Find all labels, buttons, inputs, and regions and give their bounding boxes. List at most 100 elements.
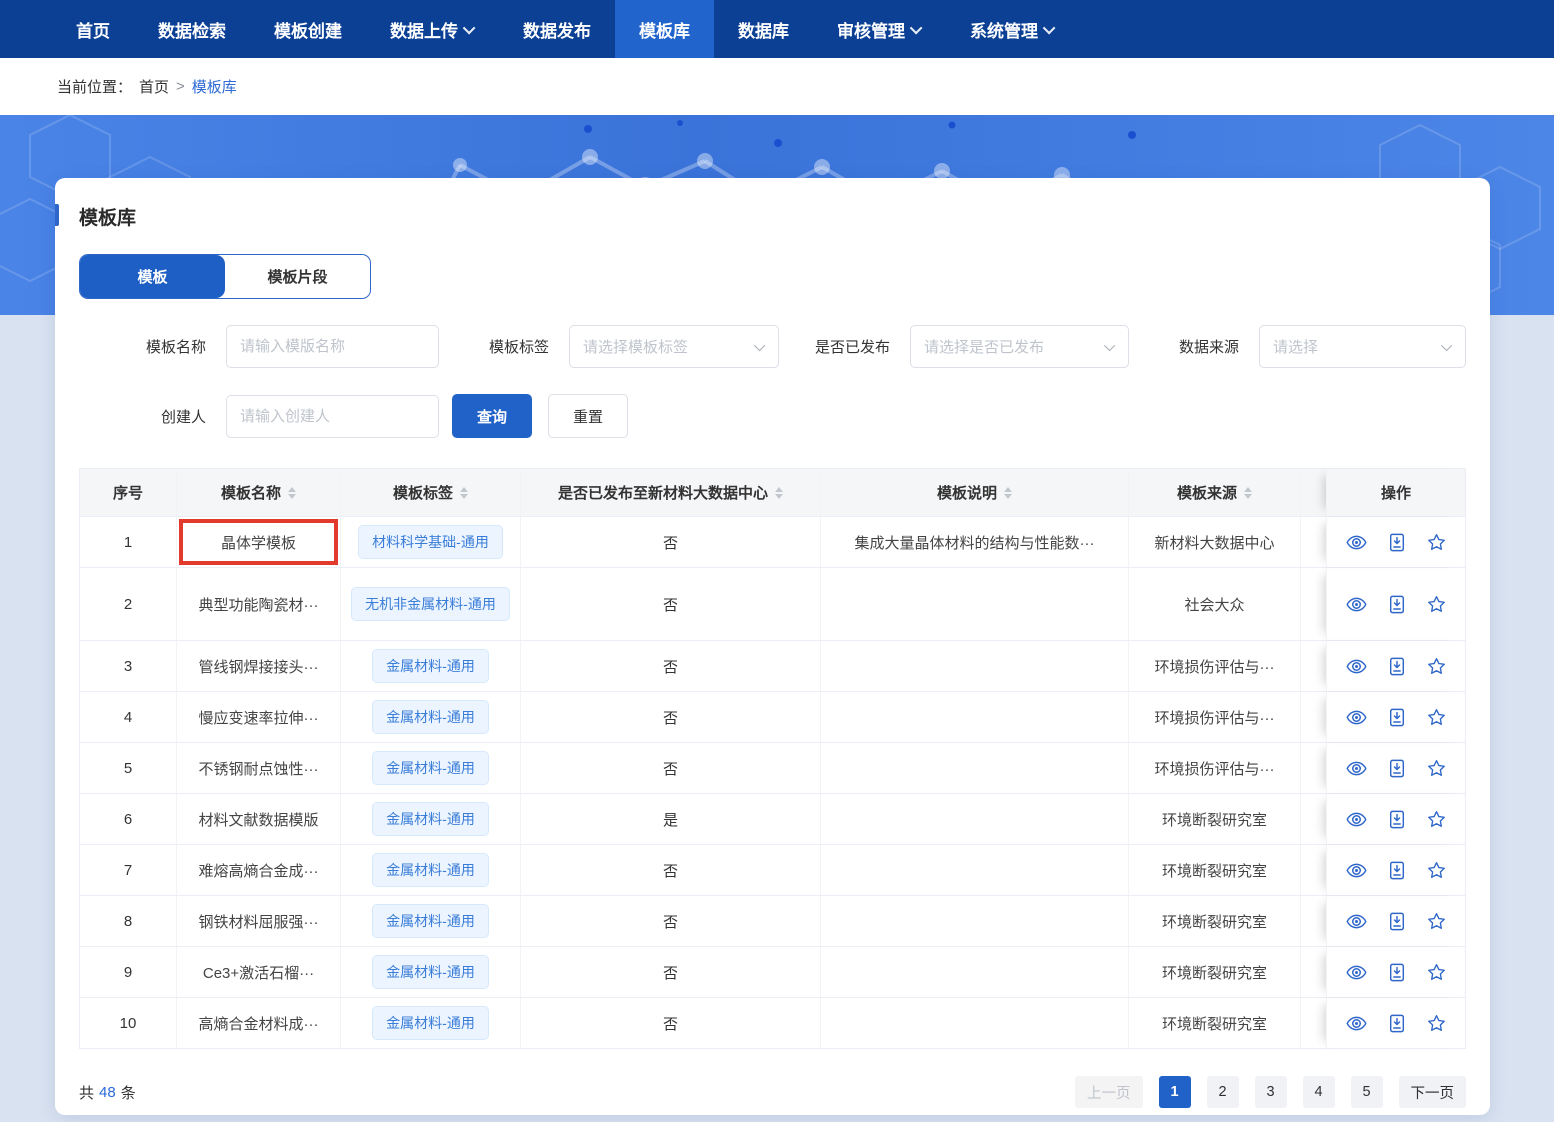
cell-spacer: [1300, 517, 1326, 567]
download-icon[interactable]: [1388, 1014, 1406, 1033]
view-icon[interactable]: [1346, 964, 1367, 981]
tag-chip: 金属材料-通用: [372, 955, 489, 989]
breadcrumb: 当前位置： 首页 > 模板库: [0, 58, 1554, 115]
nav-item-system-management[interactable]: 系统管理: [946, 0, 1079, 58]
cell-template-name: 材料文献数据模版: [176, 794, 340, 844]
sort-carets-icon[interactable]: [1244, 487, 1252, 499]
reset-button[interactable]: 重置: [548, 394, 628, 438]
view-icon[interactable]: [1346, 913, 1367, 930]
download-icon[interactable]: [1388, 861, 1406, 880]
cell-spacer: [1300, 568, 1326, 640]
page-button-5[interactable]: 5: [1351, 1076, 1383, 1108]
cell-source: 环境断裂研究室: [1128, 896, 1300, 946]
favorite-icon[interactable]: [1427, 657, 1446, 675]
filter-row-1: 模板名称 模板标签 请选择模板标签 是否已发布 请选择是否已发布 数据来源 请选: [79, 325, 1466, 368]
tab-template[interactable]: 模板: [80, 255, 225, 298]
nav-item-data-publish[interactable]: 数据发布: [499, 0, 615, 58]
published-select[interactable]: 请选择是否已发布: [910, 325, 1129, 368]
top-navbar: 首页 数据检索 模板创建 数据上传 数据发布 模板库 数据库 审核管理 系统管理: [0, 0, 1554, 58]
breadcrumb-prefix: 当前位置：: [57, 76, 132, 97]
cell-source: 环境损伤评估与···: [1128, 692, 1300, 742]
cell-actions: [1326, 641, 1465, 691]
nav-item-database[interactable]: 数据库: [714, 0, 813, 58]
column-header-是否已发布至新材料大数据中心[interactable]: 是否已发布至新材料大数据中心: [520, 469, 820, 516]
download-icon[interactable]: [1388, 810, 1406, 829]
favorite-icon[interactable]: [1427, 1014, 1446, 1032]
favorite-icon[interactable]: [1427, 912, 1446, 930]
download-icon[interactable]: [1388, 963, 1406, 982]
cell-description: 集成大量晶体材料的结构与性能数···: [820, 517, 1128, 567]
creator-input[interactable]: [226, 395, 439, 438]
favorite-icon[interactable]: [1427, 963, 1446, 981]
breadcrumb-current[interactable]: 模板库: [192, 76, 237, 97]
column-header-模板标签[interactable]: 模板标签: [340, 469, 520, 516]
view-icon[interactable]: [1346, 658, 1367, 675]
prev-page-button[interactable]: 上一页: [1075, 1076, 1143, 1108]
cell-actions: [1326, 947, 1465, 997]
sort-carets-icon[interactable]: [1004, 487, 1012, 499]
nav-item-data-upload[interactable]: 数据上传: [366, 0, 499, 58]
download-icon[interactable]: [1388, 533, 1406, 552]
favorite-icon[interactable]: [1427, 810, 1446, 828]
favorite-icon[interactable]: [1427, 759, 1446, 777]
favorite-icon[interactable]: [1427, 708, 1446, 726]
data-source-select[interactable]: 请选择: [1259, 325, 1466, 368]
view-icon[interactable]: [1346, 534, 1367, 551]
page-button-3[interactable]: 3: [1255, 1076, 1287, 1108]
download-icon[interactable]: [1388, 759, 1406, 778]
nav-item-template-create[interactable]: 模板创建: [250, 0, 366, 58]
view-icon[interactable]: [1346, 709, 1367, 726]
view-icon[interactable]: [1346, 596, 1367, 613]
nav-item-template-library[interactable]: 模板库: [615, 0, 714, 58]
cell-template-name: 管线钢焊接接头···: [176, 641, 340, 691]
table-header-row: 序号模板名称模板标签是否已发布至新材料大数据中心模板说明模板来源操作: [80, 469, 1465, 517]
view-icon[interactable]: [1346, 862, 1367, 879]
nav-item-data-search[interactable]: 数据检索: [134, 0, 250, 58]
cell-actions: [1326, 998, 1465, 1048]
breadcrumb-separator: >: [176, 78, 185, 95]
table-row: 7难熔高熵合金成···金属材料-通用否环境断裂研究室: [80, 845, 1465, 896]
download-icon[interactable]: [1388, 708, 1406, 727]
favorite-icon[interactable]: [1427, 595, 1446, 613]
page-button-1[interactable]: 1: [1159, 1076, 1191, 1108]
view-icon[interactable]: [1346, 760, 1367, 777]
search-button[interactable]: 查询: [452, 394, 532, 438]
tag-chip: 金属材料-通用: [372, 649, 489, 683]
table-row: 4慢应变速率拉伸···金属材料-通用否环境损伤评估与···: [80, 692, 1465, 743]
cell-actions: [1326, 896, 1465, 946]
page-button-2[interactable]: 2: [1207, 1076, 1239, 1108]
favorite-icon[interactable]: [1427, 533, 1446, 551]
cell-description: [820, 743, 1128, 793]
table-row: 10高熵合金材料成···金属材料-通用否环境断裂研究室: [80, 998, 1465, 1049]
column-header-模板来源[interactable]: 模板来源: [1128, 469, 1300, 516]
view-icon[interactable]: [1346, 811, 1367, 828]
sort-carets-icon[interactable]: [460, 487, 468, 499]
column-header-模板名称[interactable]: 模板名称: [176, 469, 340, 516]
view-icon[interactable]: [1346, 1015, 1367, 1032]
download-icon[interactable]: [1388, 657, 1406, 676]
cell-index: 2: [80, 568, 176, 640]
download-icon[interactable]: [1388, 912, 1406, 931]
next-page-button[interactable]: 下一页: [1399, 1076, 1467, 1108]
template-tag-select[interactable]: 请选择模板标签: [569, 325, 779, 368]
tab-template-fragment[interactable]: 模板片段: [225, 255, 370, 298]
breadcrumb-home-link[interactable]: 首页: [139, 76, 169, 97]
nav-item-home[interactable]: 首页: [52, 0, 134, 58]
sort-carets-icon[interactable]: [775, 487, 783, 499]
tag-chip: 金属材料-通用: [372, 700, 489, 734]
template-name-input[interactable]: [226, 325, 439, 368]
page-button-4[interactable]: 4: [1303, 1076, 1335, 1108]
sort-carets-icon[interactable]: [288, 487, 296, 499]
favorite-icon[interactable]: [1427, 861, 1446, 879]
cell-description: [820, 947, 1128, 997]
column-header-模板说明[interactable]: 模板说明: [820, 469, 1128, 516]
cell-template-name: 慢应变速率拉伸···: [176, 692, 340, 742]
nav-item-audit-management[interactable]: 审核管理: [813, 0, 946, 58]
table-row: 2典型功能陶瓷材···无机非金属材料-通用否社会大众: [80, 568, 1465, 641]
chevron-down-icon: [1441, 339, 1452, 350]
table-row: 3管线钢焊接接头···金属材料-通用否环境损伤评估与···: [80, 641, 1465, 692]
download-icon[interactable]: [1388, 595, 1406, 614]
chevron-down-icon: [910, 21, 923, 34]
cell-source: 环境断裂研究室: [1128, 794, 1300, 844]
cell-index: 10: [80, 998, 176, 1048]
